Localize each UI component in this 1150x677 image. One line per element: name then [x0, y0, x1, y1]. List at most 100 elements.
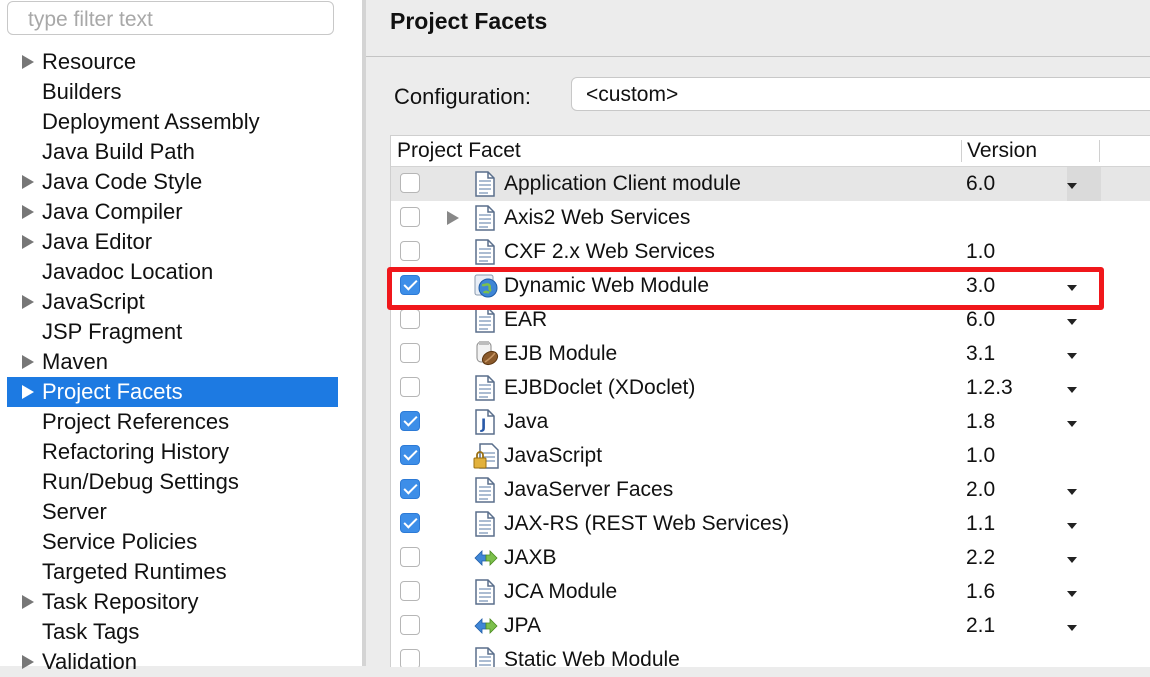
- nav-item[interactable]: Java Code Style: [0, 167, 362, 197]
- facet-checkbox[interactable]: [400, 173, 420, 193]
- nav-item-label: JavaScript: [42, 289, 145, 314]
- expand-arrow-icon[interactable]: [22, 595, 34, 609]
- facet-version[interactable]: 2.0: [966, 478, 995, 502]
- dropdown-arrow-icon[interactable]: [1067, 387, 1077, 393]
- facet-version[interactable]: 2.2: [966, 546, 995, 570]
- nav-item[interactable]: Resource: [0, 47, 362, 77]
- facet-row[interactable]: Axis2 Web Services: [391, 201, 1150, 235]
- facet-version[interactable]: 1.8: [966, 410, 995, 434]
- dropdown-arrow-icon[interactable]: [1067, 625, 1077, 631]
- nav-item[interactable]: Maven: [0, 347, 362, 377]
- expand-arrow-icon[interactable]: [22, 205, 34, 219]
- page-title: Project Facets: [390, 8, 548, 34]
- facet-row[interactable]: Application Client module 6.0: [391, 167, 1150, 201]
- nav-item[interactable]: Javadoc Location: [0, 257, 362, 287]
- nav-item[interactable]: JavaScript: [0, 287, 362, 317]
- configuration-select[interactable]: <custom>: [571, 77, 1150, 111]
- column-header-facet[interactable]: Project Facet: [397, 139, 521, 163]
- nav-item-label: Validation: [42, 649, 137, 674]
- facet-name: JavaScript: [504, 444, 603, 467]
- facet-version[interactable]: 1.2.3: [966, 376, 1013, 400]
- nav-item[interactable]: Builders: [0, 77, 362, 107]
- facet-name: JPA: [504, 614, 541, 637]
- properties-nav-panel: type filter text Resource Builders Deploym…: [0, 0, 362, 674]
- facet-checkbox[interactable]: [400, 241, 420, 261]
- nav-item[interactable]: Refactoring History: [0, 437, 362, 467]
- nav-item[interactable]: Task Repository: [0, 587, 362, 617]
- facet-row[interactable]: JCA Module 1.6: [391, 575, 1150, 609]
- facet-checkbox[interactable]: [400, 343, 420, 363]
- facet-row[interactable]: JavaServer Faces 2.0: [391, 473, 1150, 507]
- nav-item[interactable]: Project Facets: [7, 377, 338, 407]
- expand-arrow-icon[interactable]: [22, 385, 34, 399]
- dropdown-arrow-icon[interactable]: [1067, 353, 1077, 359]
- nav-item[interactable]: Java Build Path: [0, 137, 362, 167]
- column-header-version[interactable]: Version: [967, 139, 1037, 163]
- facet-version[interactable]: 1.1: [966, 512, 995, 536]
- nav-item[interactable]: Deployment Assembly: [0, 107, 362, 137]
- nav-item[interactable]: Server: [0, 497, 362, 527]
- nav-item-label: Java Compiler: [42, 199, 183, 224]
- facet-checkbox[interactable]: [400, 615, 420, 635]
- expand-arrow-icon[interactable]: [22, 655, 34, 669]
- expand-arrow-icon[interactable]: [22, 175, 34, 189]
- facet-row[interactable]: EJBDoclet (XDoclet) 1.2.3: [391, 371, 1150, 405]
- facet-name: EJBDoclet (XDoclet): [504, 376, 696, 399]
- nav-item[interactable]: Targeted Runtimes: [0, 557, 362, 587]
- facet-checkbox[interactable]: [400, 445, 420, 465]
- expand-arrow-icon[interactable]: [22, 55, 34, 69]
- dropdown-arrow-icon[interactable]: [1067, 421, 1077, 427]
- nav-item[interactable]: Task Tags: [0, 617, 362, 647]
- facet-version[interactable]: 6.0: [966, 172, 995, 196]
- facet-checkbox[interactable]: [400, 377, 420, 397]
- facet-row[interactable]: JavaScript 1.0: [391, 439, 1150, 473]
- nav-item-label: Task Repository: [42, 589, 199, 614]
- expand-arrow-icon[interactable]: [22, 235, 34, 249]
- facet-version[interactable]: 1.6: [966, 580, 995, 604]
- facet-checkbox[interactable]: [400, 581, 420, 601]
- dropdown-arrow-icon[interactable]: [1067, 183, 1077, 189]
- dropdown-arrow-icon[interactable]: [1067, 523, 1077, 529]
- nav-item-label: Refactoring History: [42, 439, 230, 464]
- configuration-label: Configuration:: [394, 84, 531, 109]
- facet-version[interactable]: 2.1: [966, 614, 995, 638]
- facet-checkbox[interactable]: [400, 479, 420, 499]
- dropdown-arrow-icon[interactable]: [1067, 557, 1077, 563]
- nav-item[interactable]: Project References: [0, 407, 362, 437]
- bidirectional-arrows-icon: [473, 545, 498, 571]
- facet-row[interactable]: JPA 2.1: [391, 609, 1150, 643]
- facet-row[interactable]: JAXB 2.2: [391, 541, 1150, 575]
- facets-table: Project Facet Version Application Client…: [390, 135, 1150, 667]
- expand-arrow-icon[interactable]: [447, 211, 459, 225]
- document-icon: [473, 647, 497, 667]
- facet-checkbox[interactable]: [400, 547, 420, 567]
- expand-arrow-icon[interactable]: [22, 355, 34, 369]
- facet-row[interactable]: J Java 1.8: [391, 405, 1150, 439]
- svg-text:J: J: [480, 417, 486, 433]
- nav-item[interactable]: JSP Fragment: [0, 317, 362, 347]
- facet-row[interactable]: JAX-RS (REST Web Services) 1.1: [391, 507, 1150, 541]
- document-icon: [473, 511, 497, 537]
- facet-row[interactable]: EJB Module 3.1: [391, 337, 1150, 371]
- nav-item[interactable]: Run/Debug Settings: [0, 467, 362, 497]
- bean-jar-icon: [473, 341, 499, 367]
- facet-version[interactable]: 3.1: [966, 342, 995, 366]
- dropdown-arrow-icon[interactable]: [1067, 591, 1077, 597]
- facet-version[interactable]: 6.0: [966, 308, 995, 332]
- facet-checkbox[interactable]: [400, 513, 420, 533]
- facet-row[interactable]: Static Web Module: [391, 643, 1150, 667]
- document-icon: [473, 171, 497, 197]
- facet-checkbox[interactable]: [400, 207, 420, 227]
- nav-item[interactable]: Validation: [0, 647, 362, 677]
- filter-input[interactable]: type filter text: [7, 1, 334, 35]
- facet-checkbox[interactable]: [400, 411, 420, 431]
- nav-item[interactable]: Java Editor: [0, 227, 362, 257]
- facet-checkbox[interactable]: [400, 649, 420, 667]
- expand-arrow-icon[interactable]: [22, 295, 34, 309]
- nav-item[interactable]: Service Policies: [0, 527, 362, 557]
- dropdown-arrow-icon[interactable]: [1067, 489, 1077, 495]
- facet-checkbox[interactable]: [400, 309, 420, 329]
- facet-row[interactable]: CXF 2.x Web Services 1.0: [391, 235, 1150, 269]
- dropdown-arrow-icon[interactable]: [1067, 319, 1077, 325]
- nav-item[interactable]: Java Compiler: [0, 197, 362, 227]
